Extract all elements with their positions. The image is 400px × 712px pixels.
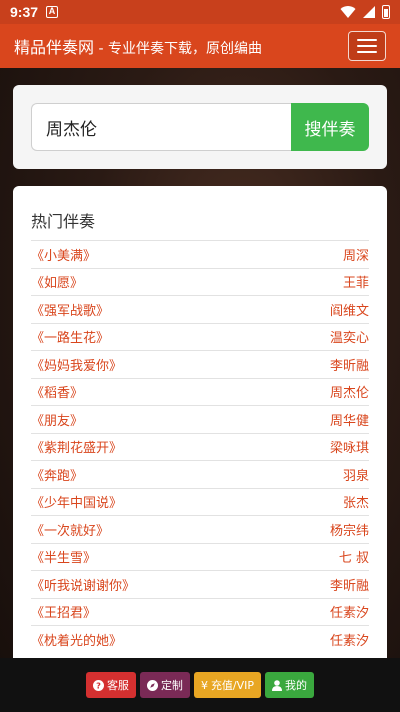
search-button[interactable]: 搜伴奏 <box>291 103 369 151</box>
my-account-button[interactable]: 我的 <box>265 672 315 698</box>
wifi-icon <box>340 6 356 19</box>
hot-list-card: 热门伴奏 《小美满》 周深 《如愿》 王菲 《强军战歌》 阎维文 《一路生花》 温奕心 … <box>13 186 387 666</box>
custom-order-label: 定制 <box>160 679 183 692</box>
my-account-label: 我的 <box>285 679 308 692</box>
song-artist[interactable]: 梁咏琪 <box>330 437 369 456</box>
list-item[interactable]: 《小美满》 周深 <box>31 240 369 268</box>
svg-text:?: ? <box>96 680 101 690</box>
song-artist[interactable]: 张杰 <box>343 492 369 511</box>
song-artist[interactable]: 李昕融 <box>330 355 369 374</box>
song-artist[interactable]: 杨宗纬 <box>330 520 369 539</box>
recharge-vip-button[interactable]: ¥ 充值/VIP <box>193 672 262 698</box>
site-title[interactable]: 精品伴奏网 - 专业伴奏下载，原创编曲 <box>14 34 262 58</box>
question-icon: ? <box>92 679 104 691</box>
list-item[interactable]: 《奔跑》 羽泉 <box>31 460 369 488</box>
hamburger-icon <box>357 39 377 41</box>
song-artist[interactable]: 任素汐 <box>330 602 369 621</box>
song-title[interactable]: 《听我说谢谢你》 <box>31 575 135 594</box>
customer-service-label: 客服 <box>106 679 129 692</box>
song-artist[interactable]: 周杰伦 <box>330 382 369 401</box>
status-bar: 9:37 A <box>0 0 400 24</box>
song-title[interactable]: 《紫荆花盛开》 <box>31 437 122 456</box>
song-artist[interactable]: 周华健 <box>330 410 369 429</box>
hot-list-title: 热门伴奏 <box>31 212 96 231</box>
song-artist[interactable]: 阎维文 <box>330 300 369 319</box>
app-bar: 精品伴奏网 - 专业伴奏下载，原创编曲 <box>0 24 400 68</box>
menu-button[interactable] <box>348 31 386 61</box>
list-item[interactable]: 《王招君》 任素汐 <box>31 597 369 626</box>
list-item[interactable]: 《如愿》 王菲 <box>31 267 369 296</box>
song-artist[interactable]: 任素汐 <box>330 630 369 649</box>
site-name: 精品伴奏网 <box>14 38 95 57</box>
notification-a-icon: A <box>46 6 59 18</box>
battery-icon <box>382 5 390 19</box>
song-title[interactable]: 《强军战歌》 <box>31 300 109 319</box>
song-artist[interactable]: 七 叔 <box>339 547 369 566</box>
song-title[interactable]: 《半生雪》 <box>31 547 96 566</box>
list-item[interactable]: 《稻香》 周杰伦 <box>31 377 369 406</box>
user-icon <box>272 679 283 691</box>
status-right-icons <box>340 5 390 19</box>
song-title[interactable]: 《奔跑》 <box>31 465 83 484</box>
list-item[interactable]: 《朋友》 周华健 <box>31 405 369 433</box>
song-title[interactable]: 《小美满》 <box>31 245 96 264</box>
list-item[interactable]: 《强军战歌》 阎维文 <box>31 295 369 323</box>
search-card: 搜伴奏 <box>13 85 387 169</box>
song-artist[interactable]: 周深 <box>343 245 369 264</box>
song-list: 《小美满》 周深 《如愿》 王菲 《强军战歌》 阎维文 《一路生花》 温奕心 《妈妈我爱… <box>31 240 369 653</box>
hamburger-line <box>357 51 377 53</box>
list-item[interactable]: 《少年中国说》 张杰 <box>31 487 369 516</box>
song-title[interactable]: 《一次就好》 <box>31 520 109 539</box>
song-title[interactable]: 《一路生花》 <box>31 327 109 346</box>
compass-icon <box>146 679 158 691</box>
song-artist[interactable]: 羽泉 <box>343 465 369 484</box>
song-title[interactable]: 《稻香》 <box>31 382 83 401</box>
list-item[interactable]: 《听我说谢谢你》 李昕融 <box>31 570 369 598</box>
song-title[interactable]: 《少年中国说》 <box>31 492 122 511</box>
song-title[interactable]: 《如愿》 <box>31 272 83 291</box>
song-artist[interactable]: 王菲 <box>343 272 369 291</box>
list-item[interactable]: 《紫荆花盛开》 梁咏琪 <box>31 432 369 461</box>
list-item[interactable]: 《妈妈我爱你》 李昕融 <box>31 350 369 378</box>
list-item[interactable]: 《枕着光的她》 任素汐 <box>31 625 369 653</box>
yen-icon: ¥ <box>200 678 208 692</box>
recharge-vip-label: 充值/VIP <box>210 679 255 692</box>
list-item[interactable]: 《一路生花》 温奕心 <box>31 322 369 351</box>
bottom-action-bar: ? 客服 定制 ¥ 充值/VIP 我的 <box>0 658 400 712</box>
site-subtitle: - 专业伴奏下载，原创编曲 <box>94 41 262 57</box>
song-title[interactable]: 《妈妈我爱你》 <box>31 355 122 374</box>
song-title[interactable]: 《朋友》 <box>31 410 83 429</box>
list-item[interactable]: 《半生雪》 七 叔 <box>31 542 369 571</box>
song-artist[interactable]: 李昕融 <box>330 575 369 594</box>
song-title[interactable]: 《王招君》 <box>31 602 96 621</box>
search-input[interactable] <box>31 103 291 151</box>
search-row: 搜伴奏 <box>31 103 369 151</box>
song-artist[interactable]: 温奕心 <box>330 327 369 346</box>
hamburger-line <box>357 45 377 47</box>
list-item[interactable]: 《一次就好》 杨宗纬 <box>31 515 369 543</box>
signal-icon <box>363 6 375 18</box>
custom-order-button[interactable]: 定制 <box>139 672 190 698</box>
customer-service-button[interactable]: ? 客服 <box>85 672 136 698</box>
status-time: 9:37 <box>10 4 39 20</box>
song-title[interactable]: 《枕着光的她》 <box>31 630 122 649</box>
